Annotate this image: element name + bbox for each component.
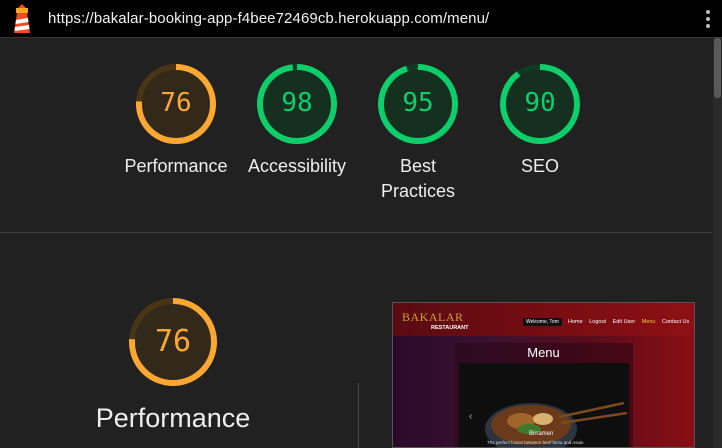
menu-title: Menu: [527, 345, 560, 360]
page-url[interactable]: https://bakalar-booking-app-f4bee72469cb…: [48, 10, 489, 27]
address-bar: https://bakalar-booking-app-f4bee72469cb…: [0, 0, 722, 38]
score-value: 76: [154, 324, 192, 359]
gauge-best-practices[interactable]: 95 Best Practices: [363, 62, 473, 204]
scrollbar-thumb[interactable]: [714, 38, 721, 98]
score-value: 95: [402, 88, 434, 118]
site-navbar: BAKALAR RESTAURANT Welcome, Tom Home Log…: [393, 303, 694, 336]
more-options-icon[interactable]: [704, 8, 712, 30]
vertical-divider: [358, 383, 359, 448]
score-label: Best Practices: [380, 156, 456, 201]
nav-link-menu: Menu: [641, 319, 656, 325]
score-value: 76: [160, 88, 192, 118]
scrollbar[interactable]: [713, 38, 722, 448]
score-value: 90: [524, 88, 556, 118]
carousel-prev-icon: ‹: [469, 411, 473, 422]
dish-description: The perfect fusion between beef birria a…: [487, 440, 584, 445]
score-label: Performance: [124, 156, 228, 176]
score-value: 98: [281, 88, 313, 118]
gauge-accessibility[interactable]: 98 Accessibility: [232, 62, 362, 179]
nav-link-logout: Logout: [589, 319, 607, 325]
gauge-performance[interactable]: 76 Performance: [111, 62, 241, 179]
score-label: Accessibility: [247, 156, 347, 176]
final-screenshot[interactable]: BAKALAR RESTAURANT Welcome, Tom Home Log…: [392, 302, 695, 448]
section-divider: [0, 232, 712, 233]
nav-link-edit-user: Edit User: [612, 319, 636, 325]
gauge-performance-detail: 76 Performance: [93, 296, 253, 434]
dish-name: Birramen: [529, 431, 554, 437]
site-brand-sub: RESTAURANT: [431, 325, 469, 331]
score-label: SEO: [520, 156, 559, 176]
nav-link-contact: Contact Us: [662, 319, 690, 325]
welcome-badge: Welcome, Tom: [523, 318, 562, 326]
score-label: Performance: [95, 403, 251, 433]
nav-link-home: Home: [568, 319, 583, 325]
lighthouse-icon: [14, 4, 30, 33]
site-nav-links: Home Logout Edit User Menu Contact Us: [568, 319, 694, 325]
gauge-seo[interactable]: 90 SEO: [475, 62, 605, 179]
site-brand: BAKALAR: [402, 310, 464, 324]
